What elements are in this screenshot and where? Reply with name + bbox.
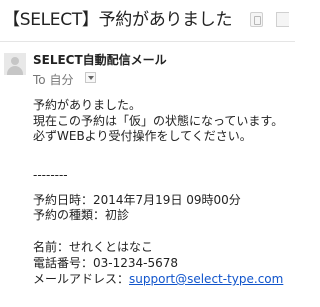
reservation-datetime: 予約日時：2014年7月19日 09時00分 bbox=[33, 193, 241, 207]
email-header: 【SELECT】予約がありました bbox=[0, 0, 295, 42]
customer-email-label: メールアドレス： bbox=[33, 272, 130, 286]
email-subject: 【SELECT】予約がありました bbox=[3, 10, 233, 30]
print-icon[interactable] bbox=[276, 12, 289, 27]
customer-email-link[interactable]: support@select-type.com bbox=[129, 272, 283, 286]
avatar-body-shape bbox=[7, 66, 23, 75]
recipient-details-dropdown-icon[interactable] bbox=[85, 72, 96, 83]
sender-name[interactable]: SELECT自動配信メール bbox=[33, 51, 167, 68]
customer-name: 名前：せれくとはなこ bbox=[33, 240, 154, 254]
inbox-label-icon[interactable] bbox=[250, 12, 263, 27]
customer-phone: 電話番号：03-1234-5678 bbox=[33, 256, 179, 270]
avatar-head-shape bbox=[11, 57, 19, 65]
sender-info: SELECT自動配信メール To 自分 bbox=[0, 43, 295, 93]
reservation-type: 予約の種類：初診 bbox=[33, 208, 130, 222]
body-separator: -------- bbox=[33, 168, 68, 182]
avatar bbox=[4, 53, 26, 75]
body-line-1: 予約がありました。 bbox=[33, 98, 142, 112]
body-line-2: 現在この予約は「仮」の状態になっています。 bbox=[33, 114, 284, 128]
customer-email-row: メールアドレス：support@select-type.com bbox=[33, 272, 295, 287]
recipient-label: To 自分 bbox=[33, 73, 74, 87]
body-line-3: 必ずWEBより受付操作をしてください。 bbox=[33, 129, 252, 143]
